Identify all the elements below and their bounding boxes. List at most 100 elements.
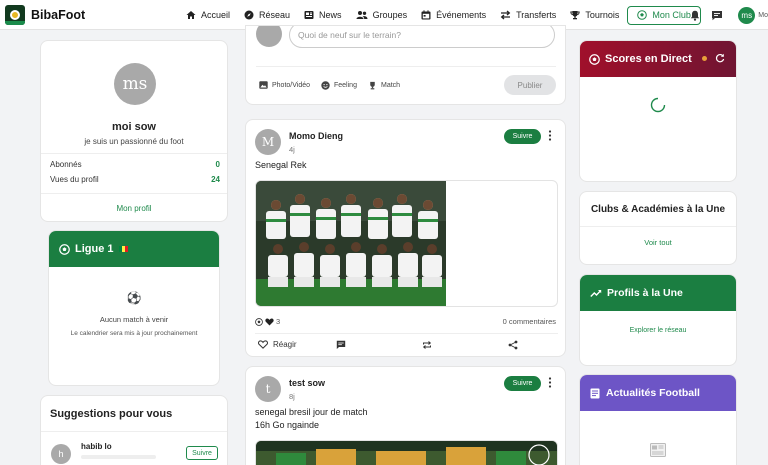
follow-button[interactable]: Suivre <box>186 446 218 460</box>
comments-count[interactable]: 0 commentaires <box>503 317 556 326</box>
ligue-header: Ligue 1 <box>49 231 219 267</box>
refresh-icon[interactable] <box>715 53 725 63</box>
stat-label: Vues du profil <box>50 175 99 184</box>
comment-button[interactable] <box>336 340 351 350</box>
nav-item-evenements[interactable]: Événements <box>421 10 486 20</box>
react-label: Réagir <box>273 340 297 349</box>
nav-item-groupes[interactable]: Groupes <box>356 10 407 20</box>
action-label: Photo/Vidéo <box>272 81 311 89</box>
post-composer: Quoi de neuf sur le terrain? Photo/Vidéo… <box>245 25 566 105</box>
bell-icon[interactable] <box>690 10 700 21</box>
trophy-icon <box>368 81 377 90</box>
publish-button[interactable]: Publier <box>504 75 556 95</box>
match-button[interactable]: Match <box>368 81 400 90</box>
post-text: Senegal Rek <box>255 160 307 170</box>
users-icon <box>356 10 368 20</box>
post-time: 4j <box>289 145 295 154</box>
stat-followers: Abonnés 0 <box>50 160 220 169</box>
profile-card: ms moi sow je suis un passionné du foot … <box>40 40 228 222</box>
profile-name: moi sow <box>111 121 156 133</box>
reactions-summary[interactable]: 3 <box>255 317 282 326</box>
my-club-label: Mon Club <box>652 10 691 20</box>
profile-avatar[interactable]: ms <box>114 63 156 105</box>
transfer-icon <box>500 10 511 20</box>
nav-label: Événements <box>436 10 487 20</box>
nav-item-tournois[interactable]: Tournois <box>570 10 619 20</box>
nav-label: Accueil <box>201 10 231 20</box>
nav-label: News <box>319 10 342 20</box>
follow-button[interactable]: Suivre <box>504 376 541 391</box>
messages-icon[interactable] <box>711 10 723 21</box>
ligue-empty-title: Aucun match à venir <box>99 315 169 324</box>
soccer-ball-icon <box>637 10 648 20</box>
team-photo-image <box>256 181 446 306</box>
newspaper-icon <box>650 443 666 457</box>
divider <box>41 431 227 432</box>
action-label: Match <box>381 82 401 89</box>
heart-outline-icon <box>258 340 268 349</box>
live-scores-card: Scores en Direct <box>579 40 737 182</box>
user-menu-label[interactable]: Mo <box>758 12 768 19</box>
match-photo-image <box>256 441 557 465</box>
featured-profiles-header: Profils à la Une <box>580 275 736 311</box>
brand-name: BibaFoot <box>31 7 86 22</box>
suggestions-card: Suggestions pour vous h habib lo Suivre <box>40 395 228 465</box>
nav-item-accueil[interactable]: Accueil <box>186 10 230 20</box>
football-news-card: Actualités Football <box>579 374 737 465</box>
suggestion-meta-placeholder <box>81 455 156 459</box>
share-icon <box>508 340 518 350</box>
avatar[interactable]: M <box>255 129 281 155</box>
suggestion-name[interactable]: habib lo <box>81 442 112 451</box>
my-profile-link[interactable]: Mon profil <box>41 204 227 213</box>
more-options-icon[interactable] <box>548 130 552 141</box>
nav-item-reseau[interactable]: Réseau <box>244 10 290 20</box>
nav-item-news[interactable]: News <box>304 10 342 20</box>
brand[interactable]: BibaFoot <box>5 4 86 25</box>
repost-button[interactable] <box>422 340 437 350</box>
featured-clubs-card: Clubs & Académies à la Une Voir tout <box>579 191 737 265</box>
divider <box>255 333 558 334</box>
post-time: 8j <box>289 392 295 401</box>
avatar[interactable]: t <box>255 376 281 402</box>
post-media[interactable] <box>255 180 558 307</box>
soccer-ball-icon <box>589 53 600 65</box>
live-scores-header: Scores en Direct <box>580 41 736 77</box>
photo-video-button[interactable]: Photo/Vidéo <box>259 81 310 89</box>
comment-icon <box>336 340 346 350</box>
nav-right: ms Mo <box>690 0 768 30</box>
user-avatar[interactable]: ms <box>738 6 756 24</box>
post-text: senegal bresil jour de match <box>255 407 368 417</box>
trending-up-icon <box>590 289 602 298</box>
post-media[interactable] <box>255 440 558 465</box>
trophy-icon <box>570 10 580 20</box>
smile-icon <box>321 81 330 90</box>
stat-value: 24 <box>211 175 220 184</box>
image-icon <box>259 81 268 89</box>
divider <box>256 66 556 67</box>
featured-clubs-title: Clubs & Académies à la Une <box>590 204 726 215</box>
feeling-button[interactable]: Feeling <box>321 81 357 90</box>
brand-logo <box>5 4 25 25</box>
react-button[interactable]: Réagir <box>258 340 297 349</box>
explore-network-link[interactable]: Explorer le réseau <box>580 327 736 334</box>
post-author[interactable]: test sow <box>289 378 325 388</box>
post-author[interactable]: Momo Dieng <box>289 131 343 141</box>
post-input[interactable]: Quoi de neuf sur le terrain? <box>289 26 555 48</box>
avatar[interactable]: h <box>51 444 71 464</box>
football-news-title: Actualités Football <box>606 387 700 399</box>
see-all-link[interactable]: Voir tout <box>580 238 736 247</box>
follow-button[interactable]: Suivre <box>504 129 541 144</box>
nav-item-transferts[interactable]: Transferts <box>500 10 556 20</box>
soccer-ball-icon <box>59 243 70 255</box>
ligue-title: Ligue 1 <box>75 243 114 255</box>
divider <box>41 153 227 154</box>
more-options-icon[interactable] <box>548 377 552 388</box>
nav-label: Transferts <box>516 10 557 20</box>
post-card: M Momo Dieng 4j Suivre Senegal Rek 3 0 c… <box>245 119 566 357</box>
suggestions-title: Suggestions pour vous <box>50 408 173 420</box>
ligue-card: Ligue 1 ⚽ Aucun match à venir Le calendr… <box>48 230 220 386</box>
share-button[interactable] <box>508 340 523 350</box>
live-scores-title: Scores en Direct <box>605 53 692 65</box>
profile-bio: je suis un passionné du foot <box>84 137 184 146</box>
soccer-ball-icon <box>255 317 263 326</box>
